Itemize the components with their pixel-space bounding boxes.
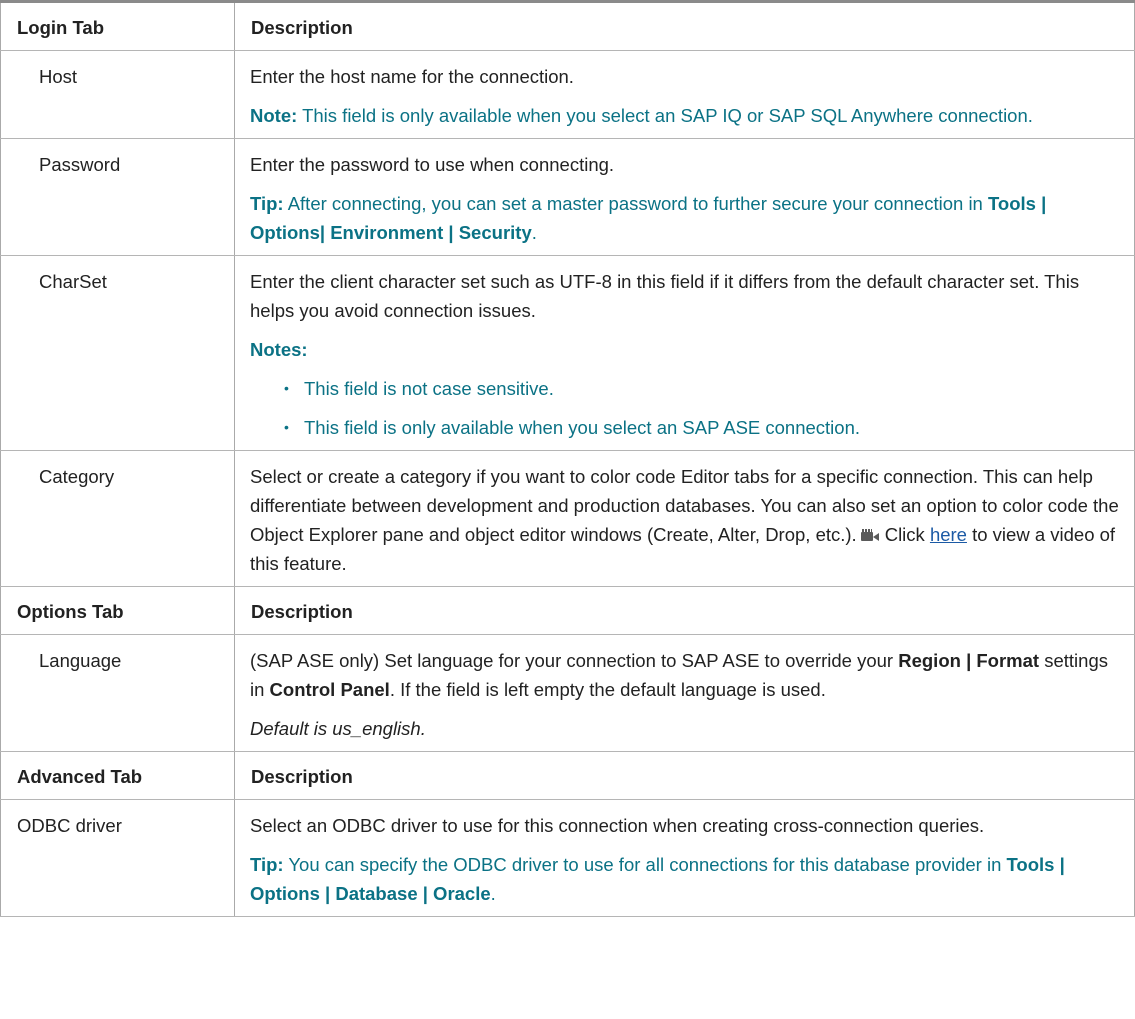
- video-link-here[interactable]: here: [930, 524, 967, 545]
- password-tip-end: .: [531, 222, 537, 243]
- field-desc-language: (SAP ASE only) Set language for your con…: [234, 634, 1135, 752]
- tip-label: Tip:: [250, 854, 284, 875]
- table-row-category: Category Select or create a category if …: [0, 450, 1135, 587]
- options-tab-header-row: Options Tab Description: [0, 586, 1135, 635]
- charset-notes-label: Notes:: [250, 335, 1120, 364]
- category-description: Select or create a category if you want …: [250, 462, 1120, 578]
- notes-label: Notes:: [250, 339, 308, 360]
- language-desc-a: (SAP ASE only) Set language for your con…: [250, 650, 899, 671]
- options-tab-header: Options Tab: [0, 586, 235, 635]
- charset-description: Enter the client character set such as U…: [250, 271, 1080, 321]
- odbc-tip-text: You can specify the ODBC driver to use f…: [283, 854, 1007, 875]
- table-row-password: Password Enter the password to use when …: [0, 138, 1135, 256]
- field-desc-password: Enter the password to use when connectin…: [234, 138, 1135, 256]
- table-row-charset: CharSet Enter the client character set s…: [0, 255, 1135, 451]
- control-panel: Control Panel: [269, 679, 390, 700]
- odbc-tip-end: .: [490, 883, 496, 904]
- password-description: Enter the password to use when connectin…: [250, 154, 615, 175]
- password-tip: Tip: After connecting, you can set a mas…: [250, 189, 1120, 247]
- note-label: Note:: [250, 105, 298, 126]
- table-row-language: Language (SAP ASE only) Set language for…: [0, 634, 1135, 752]
- field-desc-odbc: Select an ODBC driver to use for this co…: [234, 799, 1135, 917]
- host-description: Enter the host name for the connection.: [250, 66, 574, 87]
- field-desc-category: Select or create a category if you want …: [234, 450, 1135, 587]
- field-desc-host: Enter the host name for the connection. …: [234, 50, 1135, 139]
- table-row-odbc: ODBC driver Select an ODBC driver to use…: [0, 799, 1135, 917]
- advanced-tab-header: Advanced Tab: [0, 751, 235, 800]
- description-header: Description: [234, 751, 1135, 800]
- field-name-odbc: ODBC driver: [0, 799, 235, 917]
- click-text: Click: [884, 524, 930, 545]
- field-name-charset: CharSet: [0, 255, 235, 451]
- list-item: This field is not case sensitive.: [284, 374, 1120, 403]
- charset-notes-list: This field is not case sensitive. This f…: [250, 374, 1120, 442]
- host-note: Note: This field is only available when …: [250, 101, 1120, 130]
- region-format: Region | Format: [898, 650, 1040, 671]
- login-tab-header-row: Login Tab Description: [0, 0, 1135, 51]
- tip-label: Tip:: [250, 193, 284, 214]
- password-tip-text: After connecting, you can set a master p…: [283, 193, 988, 214]
- language-desc-c: . If the field is left empty the default…: [389, 679, 826, 700]
- field-name-password: Password: [0, 138, 235, 256]
- field-name-language: Language: [0, 634, 235, 752]
- odbc-description: Select an ODBC driver to use for this co…: [250, 815, 985, 836]
- description-header: Description: [234, 0, 1135, 51]
- language-description: (SAP ASE only) Set language for your con…: [250, 646, 1120, 704]
- connection-options-table: Login Tab Description Host Enter the hos…: [0, 0, 1135, 917]
- description-header: Description: [234, 586, 1135, 635]
- table-row-host: Host Enter the host name for the connect…: [0, 50, 1135, 139]
- field-desc-charset: Enter the client character set such as U…: [234, 255, 1135, 451]
- field-name-category: Category: [0, 450, 235, 587]
- host-note-text: This field is only available when you se…: [297, 105, 1033, 126]
- language-default: Default is us_english.: [250, 718, 426, 739]
- odbc-tip: Tip: You can specify the ODBC driver to …: [250, 850, 1120, 908]
- login-tab-header: Login Tab: [0, 0, 235, 51]
- advanced-tab-header-row: Advanced Tab Description: [0, 751, 1135, 800]
- field-name-host: Host: [0, 50, 235, 139]
- list-item: This field is only available when you se…: [284, 413, 1120, 442]
- video-camera-icon: [860, 529, 879, 542]
